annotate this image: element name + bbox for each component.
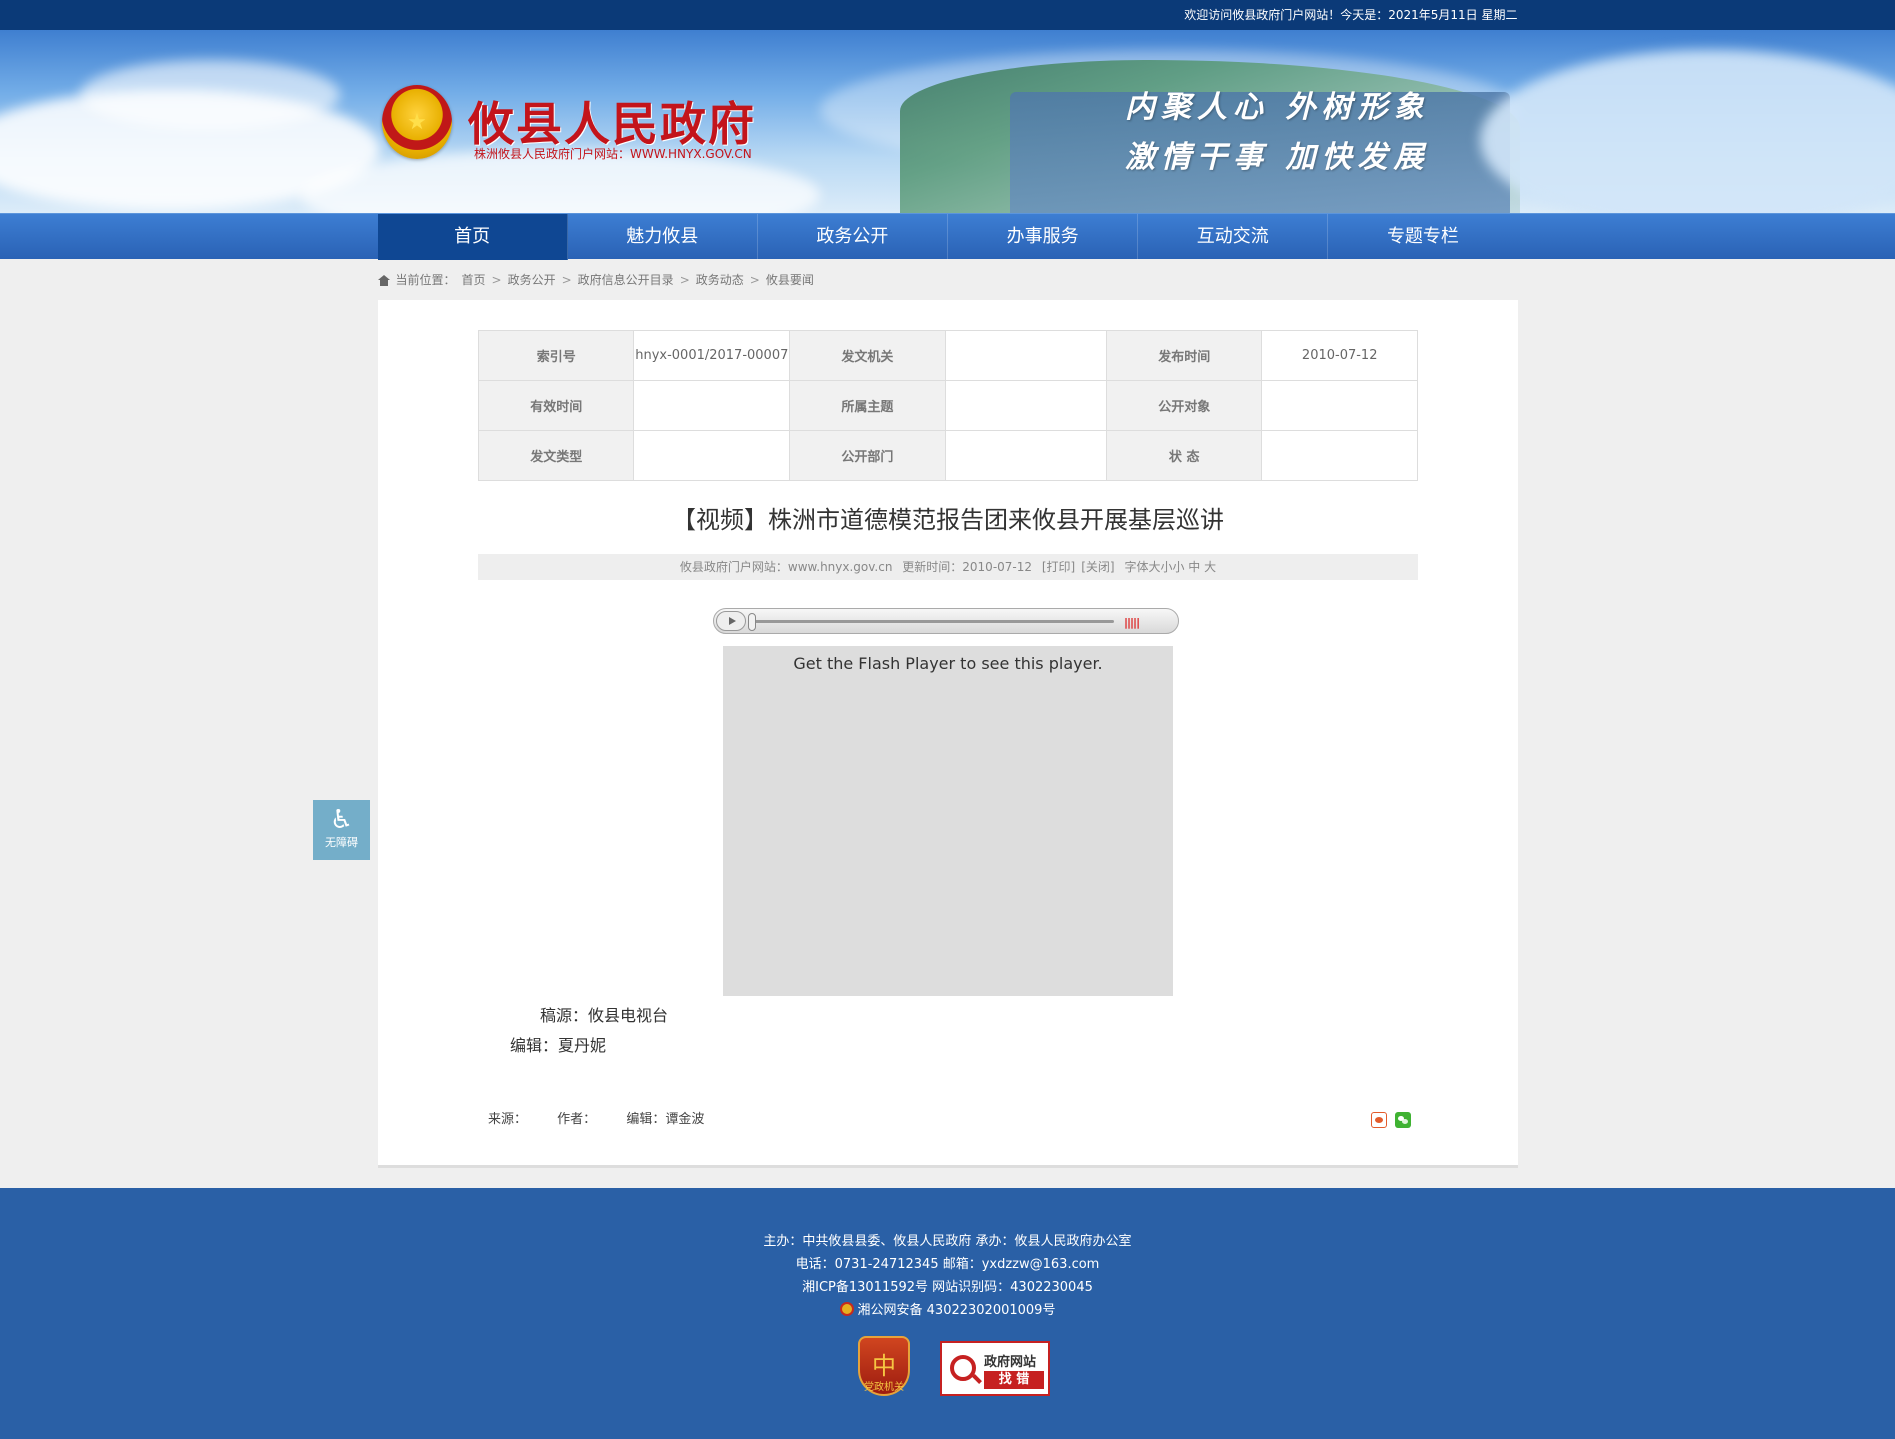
party-emblem-icon: 中 [872, 1352, 896, 1380]
table-row: 发文类型 公开部门 状 态 [477, 430, 1418, 481]
wechat-share-icon[interactable] [1395, 1112, 1411, 1128]
breadcrumb-prefix: 当前位置： [395, 273, 456, 287]
article-title: 【视频】株洲市道德模范报告团来攸县开展基层巡讲 [672, 506, 1224, 534]
meta-label: 发文类型 [477, 430, 635, 481]
video-player-controls: ||||| [713, 608, 1179, 634]
error-badge-title: 政府网站 [984, 1355, 1037, 1370]
nav-item-interaction[interactable]: 互动交流 [1138, 214, 1329, 260]
close-link[interactable]: [关闭] [1081, 560, 1114, 574]
table-row: 索引号 hnyx-0001/2017-00007 发文机关 发布时间 2010-… [477, 330, 1418, 381]
welcome-text: 欢迎访问攸县政府门户网站！今天是：2021年5月11日 星期二 [1184, 8, 1518, 22]
nav-item-services[interactable]: 办事服务 [948, 214, 1139, 260]
error-badge-action: 找 错 [984, 1371, 1044, 1389]
breadcrumb-link-gov-affairs[interactable]: 政务公开 [508, 259, 556, 301]
print-link[interactable]: [打印] [1042, 560, 1075, 574]
slogan-line-1: 内聚人心 外树形象 [1125, 90, 1430, 125]
meta-value [944, 380, 1107, 431]
national-emblem-icon: ★ [382, 85, 452, 159]
breadcrumb: 当前位置： 首页 > 政务公开 > 政府信息公开目录 > 政务动态 > 攸县要闻 [377, 259, 1518, 301]
meta-value [633, 380, 791, 431]
meta-label: 发文机关 [789, 330, 946, 381]
footer-sponsor: 主办：中共攸县县委、攸县人民政府 承办：攸县人民政府办公室 [763, 1234, 1132, 1249]
party-gov-badge[interactable]: 中 党政机关 [858, 1336, 910, 1396]
meta-value [1261, 380, 1418, 431]
meta-value [1261, 430, 1418, 481]
volume-icon[interactable]: ||||| [1124, 616, 1140, 629]
meta-value: hnyx-0001/2017-00007 [633, 330, 791, 381]
police-badge-icon [839, 1302, 854, 1316]
breadcrumb-separator: > [561, 273, 572, 287]
magnifier-icon [950, 1355, 976, 1381]
seek-track[interactable] [752, 620, 1114, 623]
play-icon[interactable] [716, 611, 746, 631]
accessibility-button[interactable]: ♿ 无障碍 [313, 800, 370, 860]
article-info-bar: 攸县政府门户网站：www.hnyx.gov.cn 更新时间：2010-07-12… [478, 554, 1418, 580]
footer-contact: 电话：0731-24712345 邮箱：yxdzzw@163.com [795, 1257, 1100, 1272]
meta-label: 状 态 [1105, 430, 1263, 481]
meta-value [633, 430, 791, 481]
footer-author: 作者： [557, 1112, 597, 1127]
home-icon [377, 274, 390, 286]
breadcrumb-separator: > [679, 273, 690, 287]
breadcrumb-link-home[interactable]: 首页 [462, 259, 486, 301]
nav-item-gov-affairs[interactable]: 政务公开 [758, 214, 949, 260]
site-subtitle: 株洲攸县人民政府门户网站：WWW.HNYX.GOV.CN [474, 147, 752, 161]
footer-icp[interactable]: 湘ICP备13011592号 网站识别码：4302230045 [0, 1276, 1895, 1299]
article-footer-meta: 来源： 作者： 编辑：谭金波 [488, 1108, 730, 1127]
meta-label: 索引号 [477, 330, 635, 381]
nav-item-topics[interactable]: 专题专栏 [1328, 214, 1517, 260]
meta-value [944, 330, 1107, 381]
nav-item-charm[interactable]: 魅力攸县 [568, 214, 758, 260]
info-site: 攸县政府门户网站：www.hnyx.gov.cn [679, 560, 893, 574]
font-size-control[interactable]: 字体大小小 中 大 [1124, 560, 1216, 574]
table-row: 有效时间 所属主题 公开对象 [477, 380, 1418, 431]
meta-label: 公开部门 [789, 430, 946, 481]
top-bar: 欢迎访问攸县政府门户网站！今天是：2021年5月11日 星期二 [0, 0, 1895, 30]
header-banner: ★ 攸县人民政府 株洲攸县人民政府门户网站：WWW.HNYX.GOV.CN 内聚… [0, 30, 1895, 213]
nav-item-home[interactable]: 首页 [377, 214, 568, 260]
gov-site-error-report-badge[interactable]: 政府网站 找 错 [940, 1341, 1050, 1396]
footer-editor: 编辑：谭金波 [626, 1112, 705, 1127]
breadcrumb-link-catalog[interactable]: 政府信息公开目录 [578, 259, 674, 301]
breadcrumb-link-news[interactable]: 政务动态 [696, 259, 744, 301]
meta-value: 2010-07-12 [1261, 330, 1418, 381]
content-panel: 索引号 hnyx-0001/2017-00007 发文机关 发布时间 2010-… [378, 300, 1518, 1168]
seek-thumb[interactable] [748, 613, 756, 631]
accessibility-label: 无障碍 [325, 836, 358, 849]
meta-label: 公开对象 [1105, 380, 1263, 431]
meta-table: 索引号 hnyx-0001/2017-00007 发文机关 发布时间 2010-… [477, 330, 1418, 481]
site-footer: 主办：中共攸县县委、攸县人民政府 承办：攸县人民政府办公室 电话：0731-24… [0, 1188, 1895, 1439]
footer-source: 来源： [488, 1112, 528, 1127]
flash-player-placeholder[interactable]: Get the Flash Player to see this player. [723, 646, 1173, 996]
meta-label: 发布时间 [1105, 330, 1263, 381]
main-nav: 首页 魅力攸县 政务公开 办事服务 互动交流 专题专栏 [0, 213, 1895, 260]
article-source-line: 稿源：攸县电视台 [540, 1006, 669, 1025]
info-updated: 更新时间：2010-07-12 [902, 560, 1033, 574]
breadcrumb-separator: > [491, 273, 502, 287]
article-editor-line: 编辑：夏丹妮 [510, 1036, 607, 1055]
footer-police-record: 湘公网安备 43022302001009号 [0, 1299, 1895, 1322]
slogan-line-2: 激情干事 加快发展 [1125, 140, 1430, 175]
weibo-share-icon[interactable] [1371, 1112, 1387, 1128]
breadcrumb-separator: > [749, 273, 760, 287]
breadcrumb-link-county-news[interactable]: 攸县要闻 [766, 259, 814, 301]
meta-label: 有效时间 [477, 380, 635, 431]
meta-label: 所属主题 [789, 380, 946, 431]
wheelchair-icon: ♿ [329, 805, 354, 835]
meta-value [944, 430, 1107, 481]
